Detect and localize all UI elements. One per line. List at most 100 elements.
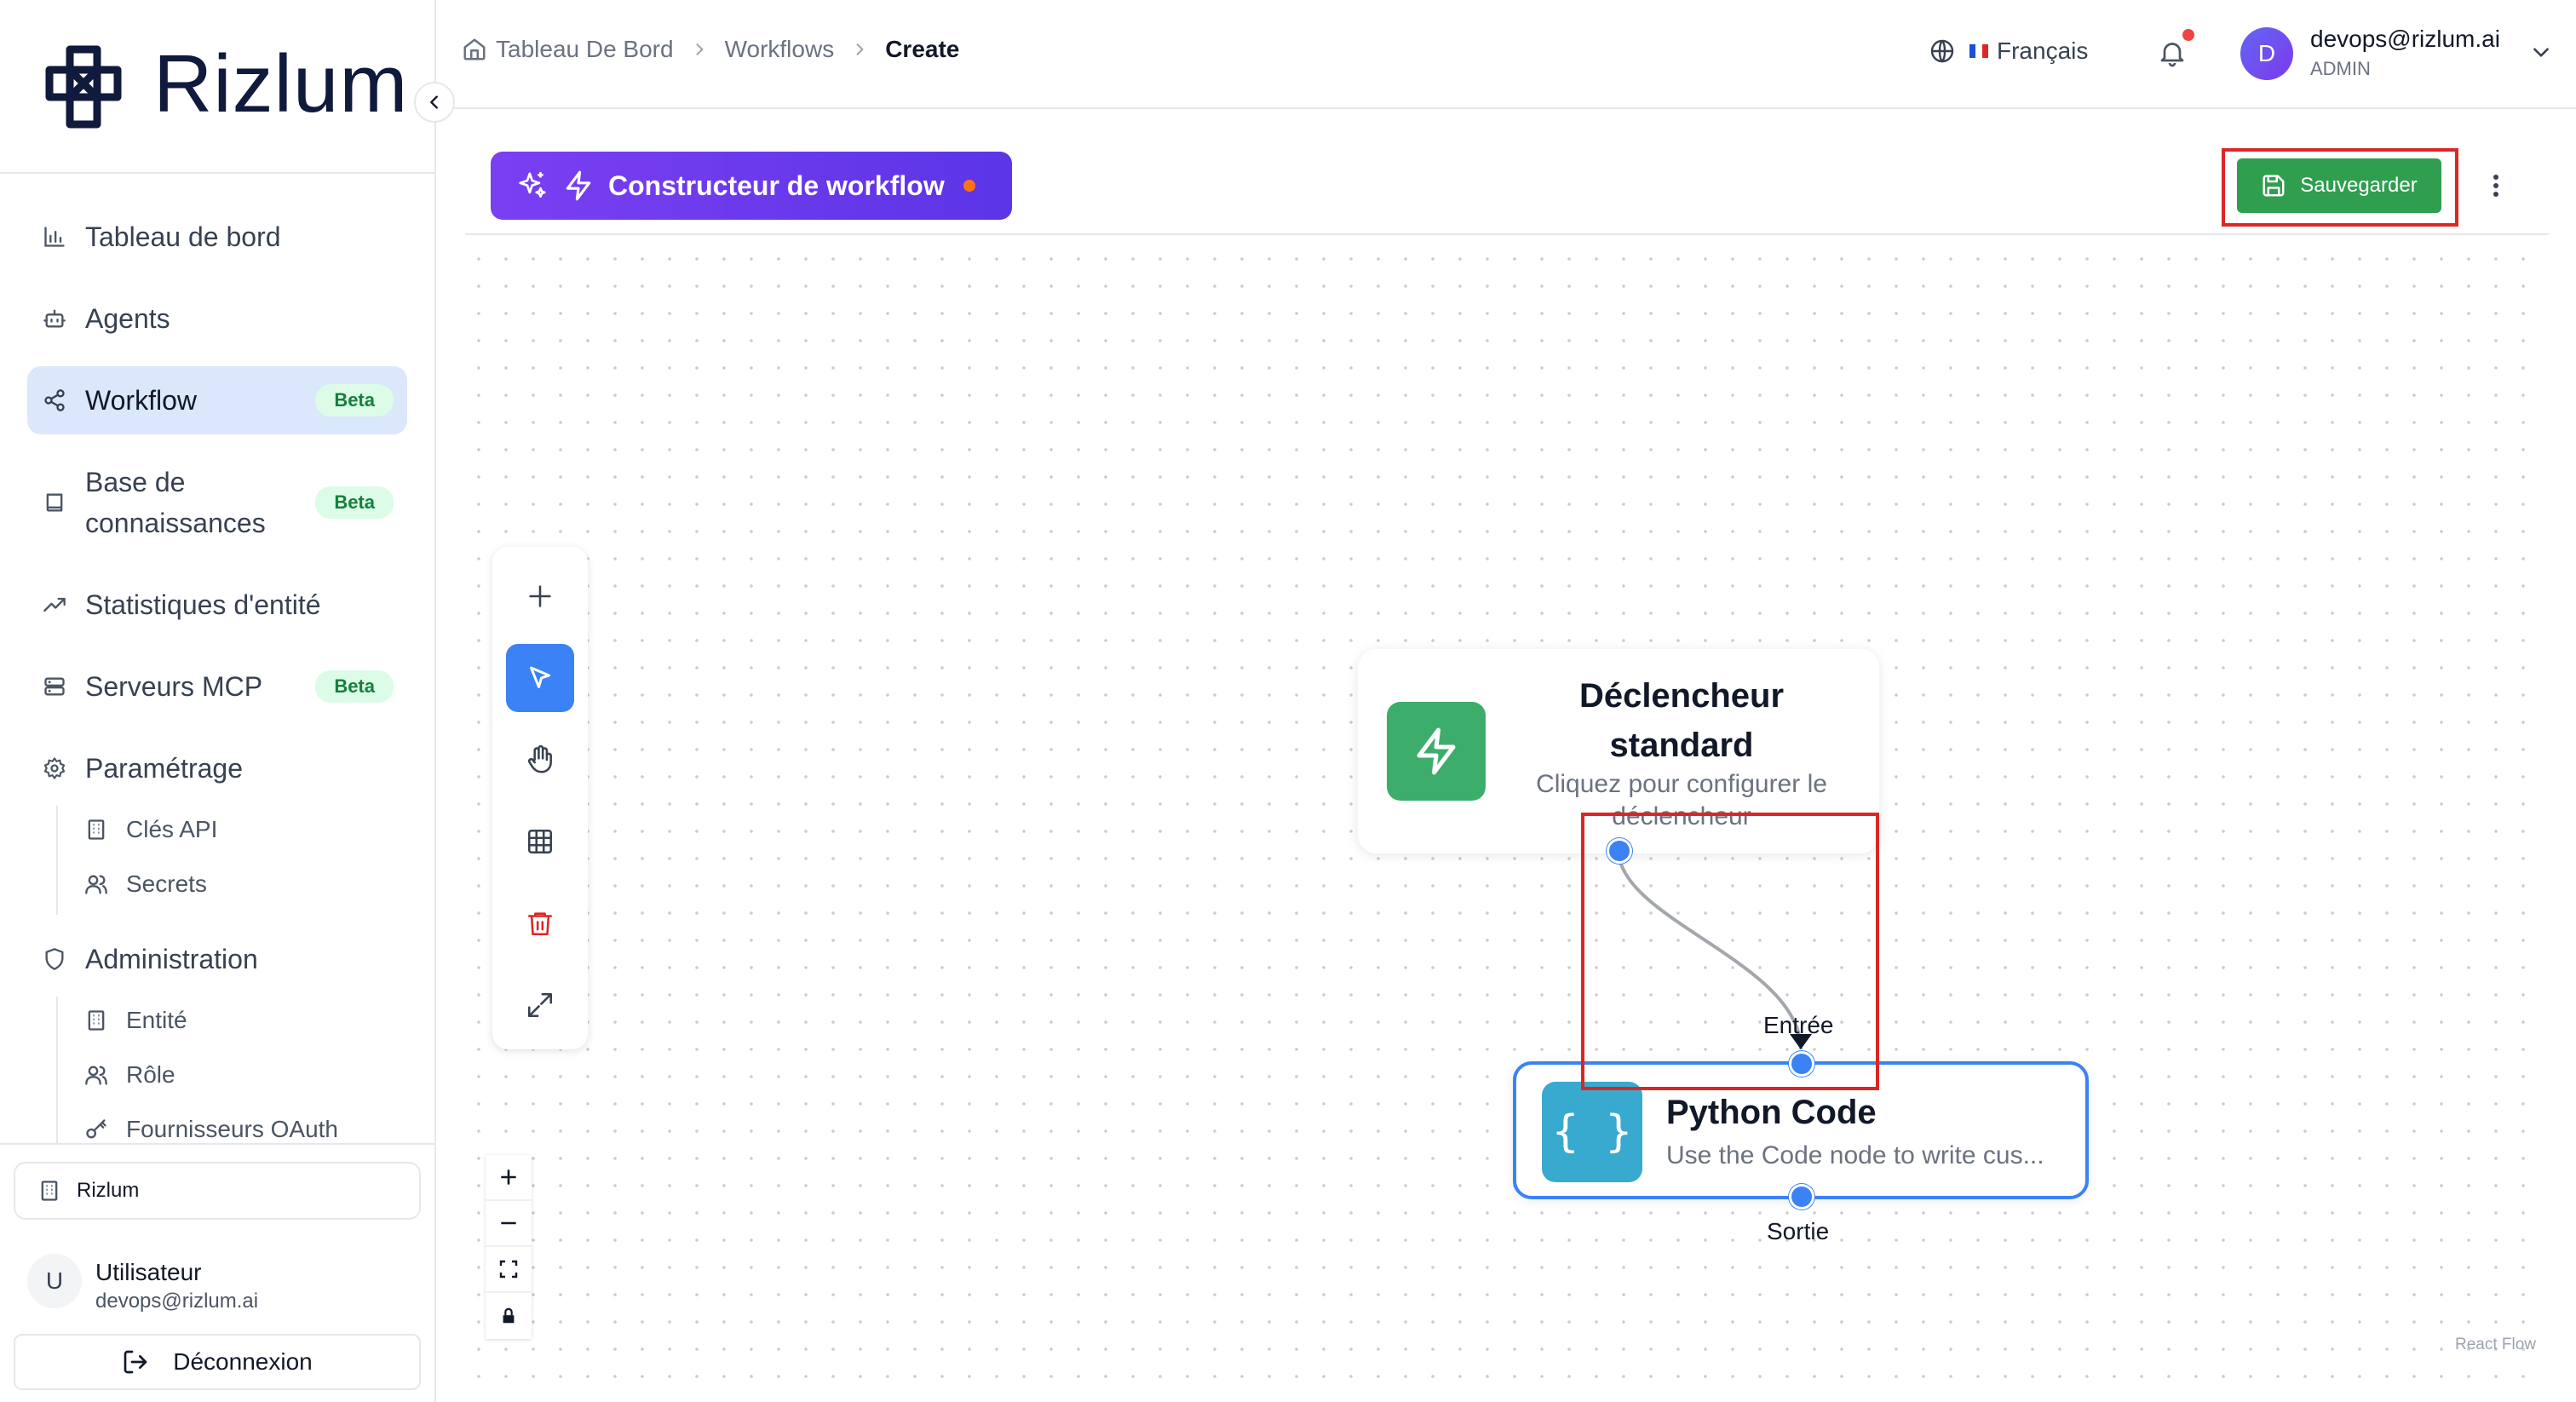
sidebar-item-label: Base de connaissances bbox=[85, 467, 266, 538]
zoom-controls bbox=[486, 1155, 532, 1339]
trigger-node-description: Cliquez pour configurer le déclencheur bbox=[1536, 770, 1827, 830]
input-handle-label: Entrée bbox=[1763, 1012, 1834, 1038]
sidebar-subitem-label: Fournisseurs OAuth bbox=[126, 1116, 338, 1142]
lightning-icon bbox=[1387, 702, 1486, 801]
code-braces-icon: { } bbox=[1542, 1082, 1642, 1182]
code-node-description: Use the Code node to write cus... bbox=[1666, 1141, 2044, 1169]
code-input-handle[interactable] bbox=[1789, 1051, 1814, 1077]
sidebar-item-mcp-servers[interactable]: Serveurs MCP Beta bbox=[27, 652, 407, 721]
users-icon bbox=[83, 871, 109, 897]
zoom-out-button[interactable] bbox=[486, 1201, 532, 1247]
select-tool-button[interactable] bbox=[506, 644, 574, 712]
sidebar-item-agents[interactable]: Agents bbox=[27, 284, 407, 353]
chevron-down-icon[interactable] bbox=[2530, 41, 2552, 63]
user-avatar: U bbox=[27, 1254, 82, 1308]
grid-icon bbox=[527, 829, 553, 854]
book-icon bbox=[41, 489, 68, 516]
submenu-guide-line bbox=[56, 806, 58, 915]
save-button-highlight-box bbox=[2222, 148, 2458, 227]
bot-icon bbox=[41, 305, 68, 332]
sidebar-subitem-role[interactable]: Rôle bbox=[83, 1051, 175, 1099]
trigger-output-handle[interactable] bbox=[1607, 838, 1632, 864]
sidebar-item-label: Workflow bbox=[85, 385, 197, 416]
grid-toggle-button[interactable] bbox=[506, 807, 574, 876]
fit-view-button[interactable] bbox=[506, 971, 574, 1039]
brand-header: Rizlum bbox=[0, 0, 434, 174]
sparkles-icon bbox=[516, 170, 549, 202]
collapse-sidebar-button[interactable] bbox=[414, 82, 455, 123]
sidebar-item-knowledge-base[interactable]: Base de connaissances Beta bbox=[27, 451, 407, 554]
plus-icon bbox=[501, 1169, 516, 1185]
beta-badge: Beta bbox=[315, 486, 394, 519]
logout-button[interactable]: Déconnexion bbox=[14, 1334, 421, 1390]
sidebar-item-label: Agents bbox=[85, 303, 170, 334]
building-icon bbox=[83, 817, 109, 842]
cursor-pointer-icon bbox=[530, 666, 550, 688]
add-node-button[interactable] bbox=[506, 562, 574, 630]
chevron-left-icon bbox=[430, 95, 438, 109]
language-switcher[interactable]: Français bbox=[1929, 37, 2088, 65]
french-flag-icon bbox=[1969, 44, 1988, 58]
trigger-node-title: Déclencheur standard bbox=[1578, 677, 1785, 764]
trigger-node[interactable]: Déclencheur standard Cliquez pour config… bbox=[1358, 649, 1879, 853]
minus-icon bbox=[501, 1221, 516, 1225]
zoom-in-button[interactable] bbox=[486, 1155, 532, 1201]
sidebar-item-label: Administration bbox=[85, 944, 258, 974]
users-icon bbox=[83, 1062, 109, 1088]
brand-name: Rizlum bbox=[153, 38, 409, 129]
chevron-right-icon bbox=[851, 41, 868, 58]
share-nodes-icon bbox=[41, 387, 68, 414]
react-flow-attribution[interactable]: React Flow bbox=[2455, 1336, 2536, 1354]
sidebar-item-dashboard[interactable]: Tableau de bord bbox=[27, 203, 407, 271]
python-code-node[interactable]: { } Python Code Use the Code node to wri… bbox=[1513, 1061, 2089, 1199]
shield-icon bbox=[41, 945, 68, 973]
sidebar-item-label: Tableau de bord bbox=[85, 221, 281, 252]
workflow-builder-title: Constructeur de workflow bbox=[491, 152, 1012, 220]
expand-icon bbox=[527, 992, 553, 1018]
rizlum-logo-icon bbox=[45, 45, 122, 129]
breadcrumb-workflows-link[interactable]: Workflows bbox=[725, 36, 835, 63]
user-email: devops@rizlum.ai bbox=[95, 1290, 259, 1313]
canvas-tool-panel bbox=[492, 547, 588, 1049]
unsaved-indicator-dot bbox=[963, 180, 975, 192]
organization-name: Rizlum bbox=[77, 1179, 140, 1202]
code-output-handle[interactable] bbox=[1789, 1184, 1814, 1210]
trash-icon bbox=[527, 912, 553, 936]
organization-selector[interactable]: Rizlum bbox=[14, 1162, 421, 1220]
code-node-title: Python Code bbox=[1666, 1094, 1877, 1131]
sidebar-item-settings[interactable]: Paramétrage bbox=[27, 734, 407, 802]
chevron-right-icon bbox=[691, 41, 708, 58]
sidebar-subitem-entity[interactable]: Entité bbox=[83, 997, 187, 1044]
header-user-email[interactable]: devops@rizlum.ai bbox=[2310, 26, 2500, 53]
header-user-avatar[interactable]: D bbox=[2240, 27, 2293, 80]
logout-icon bbox=[122, 1348, 149, 1376]
beta-badge: Beta bbox=[315, 384, 394, 417]
pan-tool-button[interactable] bbox=[506, 726, 574, 794]
more-options-icon[interactable] bbox=[2479, 169, 2513, 203]
submenu-guide-line bbox=[56, 997, 58, 1143]
sidebar-footer: Rizlum U Utilisateur devops@rizlum.ai Dé… bbox=[0, 1143, 434, 1402]
sidebar-subitem-secrets[interactable]: Secrets bbox=[83, 860, 207, 908]
lock-view-button[interactable] bbox=[486, 1293, 532, 1339]
home-icon[interactable] bbox=[462, 37, 487, 62]
bar-chart-icon bbox=[41, 223, 68, 250]
sidebar-item-entity-stats[interactable]: Statistiques d'entité bbox=[27, 571, 407, 639]
sidebar-subitem-label: Entité bbox=[126, 1007, 187, 1033]
fit-view-button[interactable] bbox=[486, 1247, 532, 1293]
sidebar-subitem-label: Clés API bbox=[126, 816, 218, 842]
hand-icon bbox=[528, 744, 552, 773]
sidebar-item-label: Statistiques d'entité bbox=[85, 589, 321, 620]
delete-button[interactable] bbox=[506, 889, 574, 957]
header-user-role: ADMIN bbox=[2310, 58, 2371, 79]
sidebar-subitem-api-keys[interactable]: Clés API bbox=[83, 806, 217, 853]
builder-title-label: Constructeur de workflow bbox=[608, 170, 945, 201]
output-handle-label: Sortie bbox=[1767, 1218, 1830, 1244]
sidebar-item-workflow[interactable]: Workflow Beta bbox=[27, 366, 407, 434]
sidebar: Rizlum Tableau de bord Agents Workflow B… bbox=[0, 0, 455, 1402]
lock-icon bbox=[503, 1307, 515, 1324]
beta-badge: Beta bbox=[315, 670, 394, 703]
sidebar-item-label: Paramétrage bbox=[85, 753, 243, 784]
sidebar-item-administration[interactable]: Administration bbox=[27, 925, 407, 993]
trending-up-icon bbox=[41, 591, 68, 618]
breadcrumb-dashboard-link[interactable]: Tableau De Bord bbox=[496, 36, 674, 63]
